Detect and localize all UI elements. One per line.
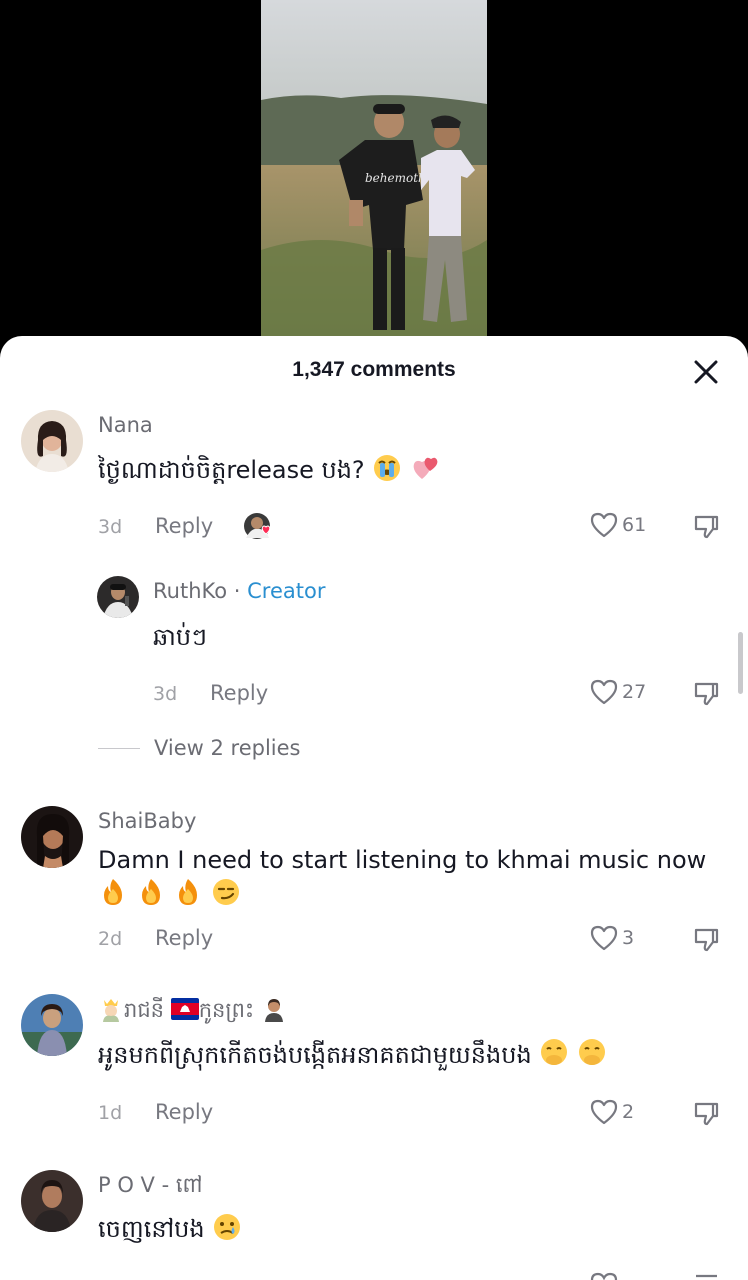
- heart-icon: [590, 1099, 618, 1125]
- comments-sheet: 1,347 comments Nana ថ្ងៃណាដាច់ចិត្តrelea…: [0, 336, 748, 1280]
- person-emoji: [264, 999, 283, 1022]
- creator-badge: Creator: [247, 579, 326, 603]
- view-replies-label: View 2 replies: [154, 736, 301, 760]
- comment-text: ចេញនៅបង: [98, 1212, 242, 1246]
- reply-button[interactable]: Reply: [210, 681, 268, 705]
- reply-username[interactable]: RuthKo: [153, 579, 227, 603]
- reply-button[interactable]: Reply: [155, 1100, 213, 1124]
- crying-face-emoji: [214, 1214, 241, 1240]
- close-icon[interactable]: [692, 358, 720, 386]
- avatar[interactable]: [21, 994, 83, 1056]
- like-count: 61: [622, 514, 647, 536]
- view-replies-button[interactable]: View 2 replies: [98, 736, 301, 760]
- dislike-icon[interactable]: [693, 514, 719, 540]
- video-player[interactable]: behemoth: [0, 0, 748, 360]
- comment-time: 2d: [98, 928, 123, 950]
- heart-icon: [590, 925, 618, 951]
- comment-text-body: អូនមកពីស្រុកកើតចង់បង្កើតអនាគតជាមួយនឹងបង: [98, 1041, 532, 1069]
- comment-username[interactable]: Nana: [98, 413, 153, 437]
- hand-over-mouth-emoji: [541, 1039, 568, 1065]
- comment-username[interactable]: ShaiBaby: [98, 809, 196, 833]
- heart-icon[interactable]: [590, 1272, 618, 1280]
- dislike-icon[interactable]: [693, 681, 719, 707]
- fire-emoji: [141, 879, 160, 905]
- like-button[interactable]: 3: [590, 925, 634, 951]
- comment-username-row[interactable]: រាជនី កូនព្រះ: [98, 996, 287, 1028]
- two-hearts-emoji: [413, 457, 438, 479]
- like-button[interactable]: 61: [590, 512, 646, 538]
- fire-emoji: [104, 879, 122, 905]
- like-count: 27: [622, 681, 647, 703]
- smirk-emoji: [212, 879, 239, 905]
- comments-count: 1,347 comments: [292, 358, 456, 381]
- username-part: រាជនី: [124, 998, 164, 1022]
- reply-button[interactable]: Reply: [155, 926, 213, 950]
- cambodia-flag-emoji: [170, 998, 199, 1020]
- reply-time: 3d: [153, 683, 178, 705]
- like-button[interactable]: 2: [590, 1099, 634, 1125]
- avatar[interactable]: [21, 806, 83, 868]
- comment-time: 1d: [98, 1102, 123, 1124]
- dislike-icon[interactable]: [693, 1101, 719, 1127]
- crying-face-emoji: [374, 455, 401, 481]
- like-button[interactable]: 27: [590, 679, 646, 705]
- creator-liked-badge: [243, 512, 273, 542]
- comment-text-body: Damn I need to start listening to khmai …: [98, 846, 707, 874]
- scrollbar[interactable]: [738, 632, 743, 694]
- video-scene-image: behemoth: [261, 0, 487, 336]
- heart-icon: [590, 679, 618, 705]
- comment-text-body: ថ្ងៃណាដាច់ចិត្តrelease បង?: [98, 456, 365, 484]
- reply-button[interactable]: Reply: [155, 514, 213, 538]
- comment-time: 3d: [98, 516, 123, 538]
- dislike-icon[interactable]: [693, 927, 719, 953]
- avatar[interactable]: [21, 1170, 83, 1232]
- like-count: 2: [622, 1101, 635, 1123]
- video-thumbnail[interactable]: behemoth: [261, 0, 487, 336]
- svg-text:behemoth: behemoth: [365, 171, 426, 185]
- divider: [98, 747, 140, 749]
- fire-emoji: [179, 879, 198, 905]
- princess-emoji: [103, 999, 119, 1022]
- username-part: កូនព្រះ: [198, 998, 255, 1022]
- comment-username[interactable]: P O V - ពៅ: [98, 1172, 203, 1203]
- comments-header: 1,347 comments: [0, 336, 748, 406]
- avatar[interactable]: [21, 410, 83, 472]
- separator: ·: [233, 579, 241, 603]
- comment-text: អូនមកពីស្រុកកើតចង់បង្កើតអនាគតជាមួយនឹងបង: [98, 1038, 607, 1072]
- heart-icon: [590, 512, 618, 538]
- reply-username-row: RuthKo · Creator: [153, 579, 325, 603]
- comment-text: Damn I need to start listening to khmai …: [98, 843, 718, 911]
- hand-over-mouth-emoji: [579, 1039, 605, 1065]
- like-count: 3: [622, 927, 635, 949]
- comment-text: ថ្ងៃណាដាច់ចិត្តrelease បង?: [98, 453, 440, 487]
- comment-text-body: ចេញនៅបង: [98, 1215, 205, 1243]
- avatar[interactable]: [97, 576, 139, 618]
- dislike-icon[interactable]: [693, 1273, 719, 1280]
- reply-text: ឆាប់ៗ: [153, 623, 207, 651]
